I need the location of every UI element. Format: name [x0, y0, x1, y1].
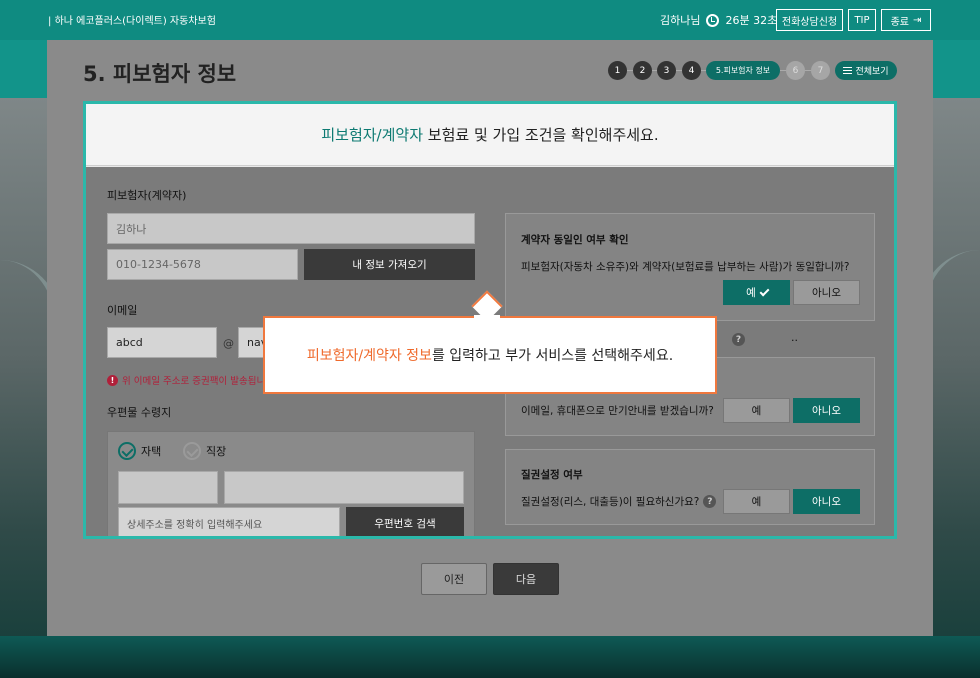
- phone-field[interactable]: 010-1234-5678: [107, 249, 298, 280]
- card-same-question: 피보험자(자동차 소유주)와 계약자(보험료를 납부하는 사람)가 동일합니까?: [521, 261, 850, 273]
- radio-work[interactable]: 직장: [183, 442, 226, 460]
- email-label: 이메일: [107, 304, 138, 317]
- step-5-current: 5.피보험자 정보: [706, 61, 780, 80]
- same-yes-button[interactable]: 예: [723, 280, 790, 305]
- mail-address-label: 우편물 수령지: [107, 406, 172, 419]
- name-field[interactable]: 김하나: [107, 213, 475, 244]
- radio-home[interactable]: 자택: [118, 442, 161, 460]
- address-detail-field[interactable]: 상세주소를 정확히 입력해주세요: [118, 507, 340, 536]
- step-4[interactable]: 4: [682, 61, 701, 80]
- user-info: 김하나님 26분 32초: [660, 12, 777, 28]
- zip-search-button[interactable]: 우편번호 검색: [346, 507, 464, 536]
- step-2[interactable]: 2: [633, 61, 652, 80]
- card-same-person: 계약자 동일인 여부 확인 피보험자(자동차 소유주)와 계약자(보험료를 납부…: [505, 213, 875, 321]
- check-icon: [759, 286, 770, 296]
- exit-button[interactable]: 종료 ⇥: [881, 9, 931, 31]
- radio-home-label: 자택: [141, 445, 162, 458]
- email-warning: ! 위 이메일 주소로 증권팩이 발송됩니: [107, 373, 265, 387]
- radio-work-label: 직장: [206, 445, 227, 458]
- page-title: 5. 피보험자 정보: [83, 62, 237, 86]
- tooltip-rest: 를 입력하고 부가 서비스를 선택해주세요.: [431, 348, 674, 364]
- check-circle-icon: [183, 442, 201, 460]
- hidden-question-fragment: ..: [791, 331, 798, 344]
- email-warning-text: 위 이메일 주소로 증권팩이 발송됩니: [122, 376, 266, 387]
- tooltip-arrow-cover: [474, 315, 500, 319]
- lien-question-text: 질권설정(리스, 대출등)이 필요하신가요?: [521, 496, 700, 508]
- step-7: 7: [811, 61, 830, 80]
- zipcode-field[interactable]: [118, 471, 218, 504]
- user-name: 김하나님: [660, 14, 701, 27]
- bottom-strip: [0, 636, 980, 678]
- guide-tooltip: 피보험자/계약자 정보 를 입력하고 부가 서비스를 선택해주세요.: [263, 316, 717, 394]
- card-same-title: 계약자 동일인 여부 확인: [521, 234, 629, 246]
- step-1[interactable]: 1: [608, 61, 627, 80]
- brand-title: | 하나 에코플러스(다이렉트) 자동차보험: [48, 16, 216, 27]
- email-at-sign: @: [223, 337, 234, 350]
- card-lien-title: 질권설정 여부: [521, 469, 583, 481]
- view-all-label: 전체보기: [855, 67, 889, 77]
- step-6: 6: [786, 61, 805, 80]
- step-3[interactable]: 3: [657, 61, 676, 80]
- fetch-info-button[interactable]: 내 정보 가져오기: [304, 249, 475, 280]
- heading-rest: 보험료 및 가입 조건을 확인해주세요.: [423, 126, 659, 144]
- clock-icon: [706, 13, 720, 27]
- same-yes-label: 예: [746, 287, 756, 299]
- prev-button[interactable]: 이전: [421, 563, 487, 595]
- warning-icon: !: [107, 374, 118, 386]
- heading-highlight: 피보험자/계약자: [321, 126, 424, 144]
- call-consult-button[interactable]: 전화상담신청: [776, 9, 843, 31]
- check-circle-icon: [118, 442, 136, 460]
- address-box: 자택 직장 상세주소를 정확히 입력해주세요 우편번호 검색: [107, 431, 475, 536]
- modal-heading: 피보험자/계약자 보험료 및 가입 조건을 확인해주세요.: [86, 104, 894, 166]
- tooltip-highlight: 피보험자/계약자 정보: [306, 348, 432, 364]
- lien-yes-button[interactable]: 예: [723, 489, 790, 514]
- menu-icon: [843, 67, 853, 74]
- help-icon[interactable]: ?: [732, 333, 745, 346]
- exit-label: 종료: [890, 16, 909, 28]
- top-bar: | 하나 에코플러스(다이렉트) 자동차보험 김하나님 26분 32초 전화상담…: [0, 0, 980, 40]
- lien-no-button[interactable]: 아니오: [793, 489, 860, 514]
- card-notify-question: 이메일, 휴대폰으로 만기안내를 받겠습니까?: [521, 405, 714, 417]
- session-timer: 26분 32초: [725, 14, 778, 27]
- email-id-field[interactable]: abcd: [107, 327, 217, 358]
- address-field[interactable]: [224, 471, 464, 504]
- card-lien-question: 질권설정(리스, 대출등)이 필요하신가요? ?: [521, 494, 717, 509]
- exit-icon: ⇥: [913, 14, 922, 26]
- card-lien: 질권설정 여부 질권설정(리스, 대출등)이 필요하신가요? ? 예 아니오: [505, 449, 875, 525]
- view-all-button[interactable]: 전체보기: [835, 61, 897, 80]
- tip-button[interactable]: TIP: [848, 9, 876, 31]
- insured-label: 피보험자(계약자): [107, 189, 187, 202]
- next-button[interactable]: 다음: [493, 563, 559, 595]
- same-no-button[interactable]: 아니오: [793, 280, 860, 305]
- notify-yes-button[interactable]: 예: [723, 398, 790, 423]
- notify-no-button[interactable]: 아니오: [793, 398, 860, 423]
- help-icon[interactable]: ?: [703, 495, 717, 508]
